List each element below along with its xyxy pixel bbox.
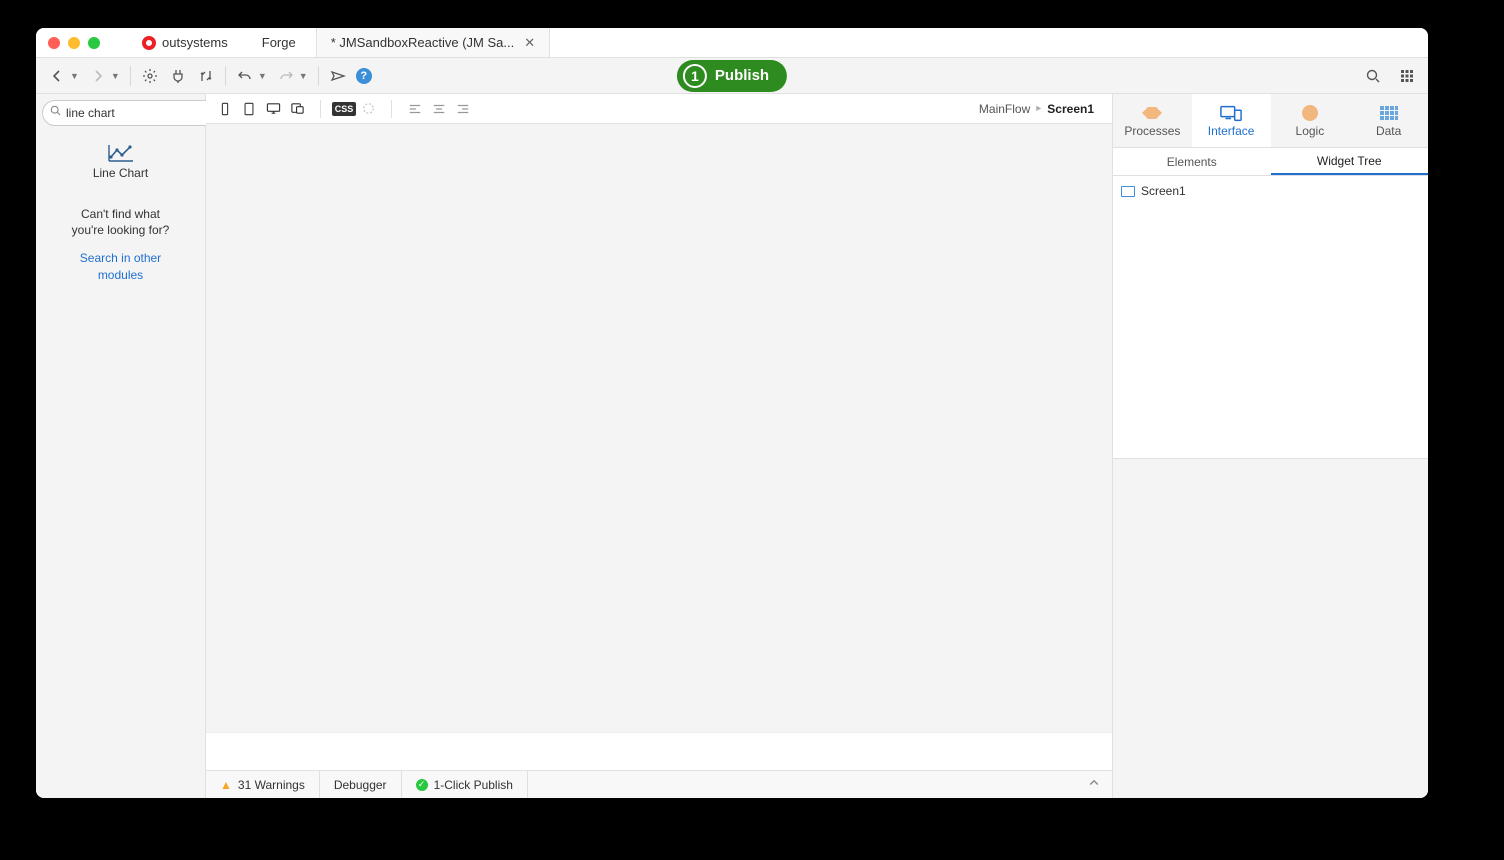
brand-tab[interactable]: outsystems <box>128 28 242 57</box>
publish-step-badge: 1 <box>683 64 707 88</box>
tab-widget-tree[interactable]: Widget Tree <box>1271 148 1429 175</box>
right-panel: Processes Interface Logic Data Elements … <box>1112 94 1428 798</box>
main-toolbar: ▼ ▼ ▼ ▼ ? 1 Publish <box>36 58 1428 94</box>
publish-button[interactable]: 1 Publish <box>677 60 787 92</box>
tree-item-label: Screen1 <box>1141 184 1186 198</box>
status-bar: ▲ 31 Warnings Debugger ✓ 1-Click Publish <box>206 770 1112 798</box>
tab-processes[interactable]: Processes <box>1113 94 1192 147</box>
align-left-button[interactable] <box>406 100 424 118</box>
document-tab[interactable]: * JMSandboxReactive (JM Sa... ✕ <box>316 28 550 57</box>
compare-merge-button[interactable] <box>193 63 219 89</box>
check-icon: ✓ <box>416 779 428 791</box>
redo-button[interactable] <box>273 63 299 89</box>
global-search-button[interactable] <box>1360 63 1386 89</box>
tree-item-screen1[interactable]: Screen1 <box>1121 182 1420 200</box>
device-phone-button[interactable] <box>216 100 234 118</box>
tab-interface[interactable]: Interface <box>1192 94 1271 147</box>
toolbox-panel: ⊗ Line Chart Can't find what you're look… <box>36 94 206 798</box>
minimize-window-button[interactable] <box>68 37 80 49</box>
close-tab-button[interactable]: ✕ <box>524 35 535 51</box>
device-tablet-button[interactable] <box>240 100 258 118</box>
css-button[interactable]: CSS <box>335 100 353 118</box>
undo-button[interactable] <box>232 63 258 89</box>
help-button[interactable]: ? <box>351 63 377 89</box>
cant-find-text: Can't find what you're looking for? <box>36 184 205 244</box>
nav-forward-button[interactable] <box>85 63 111 89</box>
settings-button[interactable] <box>137 63 163 89</box>
close-window-button[interactable] <box>48 37 60 49</box>
outsystems-logo-icon <box>142 36 156 50</box>
debugger-button[interactable]: Debugger <box>320 771 402 798</box>
warnings-button[interactable]: ▲ 31 Warnings <box>206 771 320 798</box>
main-body: ⊗ Line Chart Can't find what you're look… <box>36 94 1428 798</box>
device-desktop-button[interactable] <box>264 100 282 118</box>
app-window: outsystems Forge * JMSandboxReactive (JM… <box>36 28 1428 798</box>
logic-icon <box>1299 104 1321 122</box>
chevron-right-icon: ▸ <box>1036 103 1041 114</box>
theme-button[interactable] <box>359 100 377 118</box>
nav-forward-dropdown[interactable]: ▼ <box>111 71 120 81</box>
align-center-button[interactable] <box>430 100 448 118</box>
undo-dropdown[interactable]: ▼ <box>258 71 267 81</box>
apps-grid-button[interactable] <box>1394 63 1420 89</box>
document-tab-label: * JMSandboxReactive (JM Sa... <box>331 35 515 50</box>
line-chart-icon <box>106 142 136 164</box>
titlebar: outsystems Forge * JMSandboxReactive (JM… <box>36 28 1428 58</box>
tab-data[interactable]: Data <box>1349 94 1428 147</box>
tab-logic[interactable]: Logic <box>1271 94 1350 147</box>
breadcrumb: MainFlow ▸ Screen1 <box>979 102 1102 116</box>
redo-dropdown[interactable]: ▼ <box>299 71 308 81</box>
data-icon <box>1378 104 1400 122</box>
plug-icon[interactable] <box>165 63 191 89</box>
device-fit-button[interactable] <box>288 100 306 118</box>
warning-icon: ▲ <box>220 778 232 792</box>
search-icon <box>49 104 62 122</box>
nav-back-dropdown[interactable]: ▼ <box>70 71 79 81</box>
tree-tabs: Elements Widget Tree <box>1113 148 1428 176</box>
search-other-modules-link[interactable]: Search in other modules <box>36 244 205 288</box>
widget-label: Line Chart <box>93 166 148 180</box>
design-canvas[interactable] <box>206 124 1112 770</box>
breadcrumb-screen[interactable]: Screen1 <box>1047 102 1094 116</box>
properties-panel <box>1113 458 1428 798</box>
nav-back-button[interactable] <box>44 63 70 89</box>
interface-icon <box>1220 104 1242 122</box>
forge-label: Forge <box>262 35 296 50</box>
breadcrumb-flow[interactable]: MainFlow <box>979 102 1030 116</box>
help-icon: ? <box>356 68 372 84</box>
maximize-window-button[interactable] <box>88 37 100 49</box>
tab-elements[interactable]: Elements <box>1113 148 1271 175</box>
align-right-button[interactable] <box>454 100 472 118</box>
widget-line-chart[interactable]: Line Chart <box>36 132 205 184</box>
feedback-button[interactable] <box>325 63 351 89</box>
widget-tree[interactable]: Screen1 <box>1113 176 1428 458</box>
canvas-area: CSS MainFlow ▸ Screen1 <box>206 94 1112 798</box>
brand-label: outsystems <box>162 35 228 50</box>
processes-icon <box>1141 104 1163 122</box>
one-click-publish-button[interactable]: ✓ 1-Click Publish <box>402 771 528 798</box>
expand-status-button[interactable] <box>1076 776 1112 794</box>
publish-label: Publish <box>715 67 769 84</box>
canvas-toolbar: CSS MainFlow ▸ Screen1 <box>206 94 1112 124</box>
toolbox-search-input[interactable] <box>66 106 221 120</box>
layer-tabs: Processes Interface Logic Data <box>1113 94 1428 148</box>
screen-icon <box>1121 186 1135 197</box>
window-controls <box>36 37 100 49</box>
forge-tab[interactable]: Forge <box>242 28 316 57</box>
